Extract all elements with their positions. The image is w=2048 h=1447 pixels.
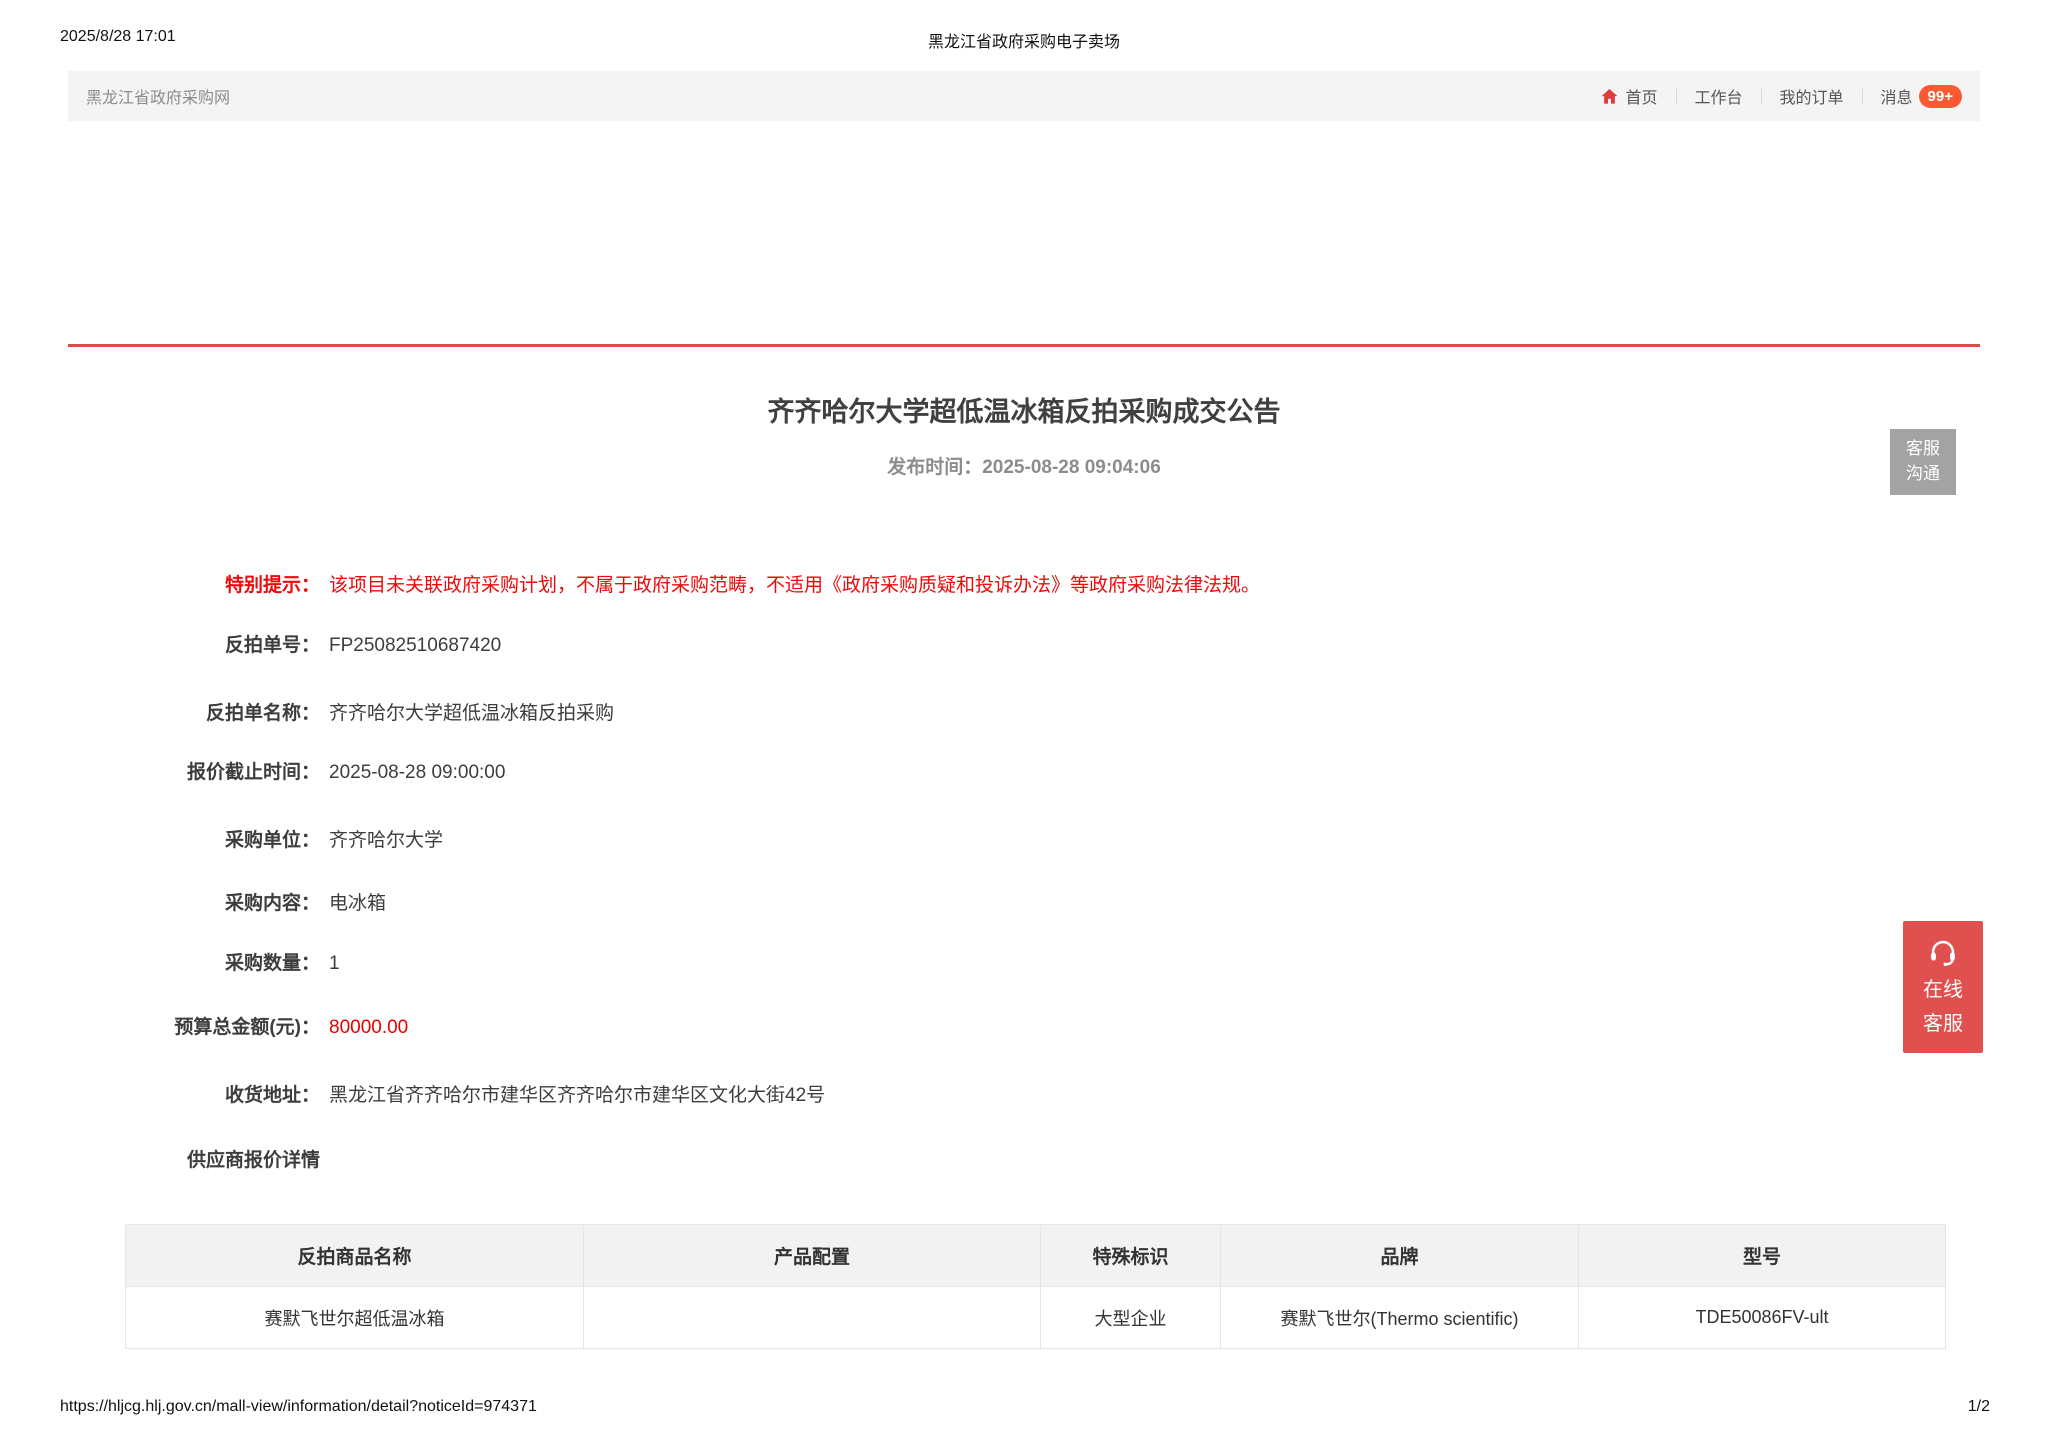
nav-item-messages[interactable]: 消息 99+ [1881, 84, 1962, 108]
field-value: 齐齐哈尔大学超低温冰箱反拍采购 [329, 700, 614, 727]
print-doc-title: 黑龙江省政府采购电子卖场 [0, 28, 2048, 52]
top-navbar: 黑龙江省政府采购网 首页 工作台 我的订单 消息 99+ [68, 71, 1980, 121]
nav-separator [1676, 89, 1677, 104]
publish-time-value: 2025-08-28 09:04:06 [982, 457, 1161, 478]
field-label: 收货地址： [0, 1082, 320, 1109]
online-service-line1: 在线 [1923, 975, 1963, 1005]
nav-separator [1862, 89, 1863, 104]
supplier-quote-heading-row: 供应商报价详情 [0, 1147, 2048, 1174]
col-header-product-config: 产品配置 [584, 1225, 1041, 1287]
field-value: 2025-08-28 09:00:00 [329, 759, 505, 786]
online-service-line2: 客服 [1923, 1009, 1963, 1039]
field-label: 报价截止时间： [0, 759, 320, 786]
service-chat-line2: 沟通 [1906, 462, 1940, 487]
online-service-button[interactable]: 在线 客服 [1903, 921, 1983, 1053]
publish-time: 发布时间：2025-08-28 09:04:06 [0, 452, 2048, 479]
special-notice-row: 特别提示： 该项目未关联政府采购计划，不属于政府采购范畴，不适用《政府采购质疑和… [0, 572, 2048, 599]
field-label: 预算总金额(元)： [0, 1014, 320, 1041]
field-label: 反拍单名称： [0, 700, 320, 727]
field-value: 电冰箱 [329, 890, 386, 917]
special-notice-text: 该项目未关联政府采购计划，不属于政府采购范畴，不适用《政府采购质疑和投诉办法》等… [329, 572, 1260, 599]
table-row: 赛默飞世尔超低温冰箱 大型企业 赛默飞世尔(Thermo scientific)… [126, 1287, 1946, 1349]
field-row-auction-no: 反拍单号： FP25082510687420 [0, 632, 2048, 659]
field-row-auction-name: 反拍单名称： 齐齐哈尔大学超低温冰箱反拍采购 [0, 700, 2048, 727]
field-row-purchaser: 采购单位： 齐齐哈尔大学 [0, 827, 2048, 854]
cell-product-config [584, 1287, 1041, 1349]
field-row-delivery-address: 收货地址： 黑龙江省齐齐哈尔市建华区齐齐哈尔市建华区文化大街42号 [0, 1082, 2048, 1109]
nav-separator [1761, 89, 1762, 104]
navbar-right: 首页 工作台 我的订单 消息 99+ [1600, 84, 1962, 108]
home-icon [1600, 87, 1619, 106]
col-header-model: 型号 [1579, 1225, 1946, 1287]
service-chat-button[interactable]: 客服 沟通 [1890, 429, 1956, 495]
field-label: 反拍单号： [0, 632, 320, 659]
field-row-content: 采购内容： 电冰箱 [0, 890, 2048, 917]
field-label: 采购单位： [0, 827, 320, 854]
notice-title: 齐齐哈尔大学超低温冰箱反拍采购成交公告 [0, 390, 2048, 429]
field-row-quantity: 采购数量： 1 [0, 950, 2048, 977]
headset-icon [1926, 935, 1960, 971]
red-divider-line [68, 344, 1980, 347]
print-footer-page-number: 1/2 [1968, 1398, 1990, 1416]
nav-item-home[interactable]: 首页 [1600, 84, 1657, 108]
supplier-quote-table: 反拍商品名称 产品配置 特殊标识 品牌 型号 赛默飞世尔超低温冰箱 大型企业 赛… [125, 1224, 1946, 1349]
col-header-special-mark: 特殊标识 [1041, 1225, 1221, 1287]
messages-count-badge: 99+ [1919, 85, 1962, 108]
nav-item-my-orders[interactable]: 我的订单 [1780, 84, 1844, 108]
supplier-quote-heading: 供应商报价详情 [0, 1147, 320, 1174]
cell-brand: 赛默飞世尔(Thermo scientific) [1221, 1287, 1579, 1349]
budget-amount-value: 80000.00 [329, 1014, 408, 1041]
nav-item-messages-label: 消息 [1881, 84, 1913, 108]
field-value: 齐齐哈尔大学 [329, 827, 443, 854]
service-chat-line1: 客服 [1906, 437, 1940, 462]
nav-item-my-orders-label: 我的订单 [1780, 84, 1844, 108]
field-row-budget: 预算总金额(元)： 80000.00 [0, 1014, 2048, 1041]
table-header-row: 反拍商品名称 产品配置 特殊标识 品牌 型号 [126, 1225, 1946, 1287]
field-value: 黑龙江省齐齐哈尔市建华区齐齐哈尔市建华区文化大街42号 [329, 1082, 825, 1109]
nav-item-home-label: 首页 [1625, 84, 1657, 108]
field-label: 采购数量： [0, 950, 320, 977]
nav-item-workbench-label: 工作台 [1695, 84, 1743, 108]
cell-special-mark: 大型企业 [1041, 1287, 1221, 1349]
cell-model: TDE50086FV-ult [1579, 1287, 1946, 1349]
nav-item-workbench[interactable]: 工作台 [1695, 84, 1743, 108]
field-value: FP25082510687420 [329, 632, 501, 659]
field-row-quote-deadline: 报价截止时间： 2025-08-28 09:00:00 [0, 759, 2048, 786]
field-label: 采购内容： [0, 890, 320, 917]
cell-product-name: 赛默飞世尔超低温冰箱 [126, 1287, 584, 1349]
field-value: 1 [329, 950, 340, 977]
special-notice-label: 特别提示： [0, 572, 320, 599]
col-header-brand: 品牌 [1221, 1225, 1579, 1287]
col-header-product-name: 反拍商品名称 [126, 1225, 584, 1287]
print-footer-url: https://hljcg.hlj.gov.cn/mall-view/infor… [60, 1398, 537, 1416]
publish-time-label: 发布时间： [887, 457, 982, 478]
site-name-link[interactable]: 黑龙江省政府采购网 [86, 84, 230, 108]
